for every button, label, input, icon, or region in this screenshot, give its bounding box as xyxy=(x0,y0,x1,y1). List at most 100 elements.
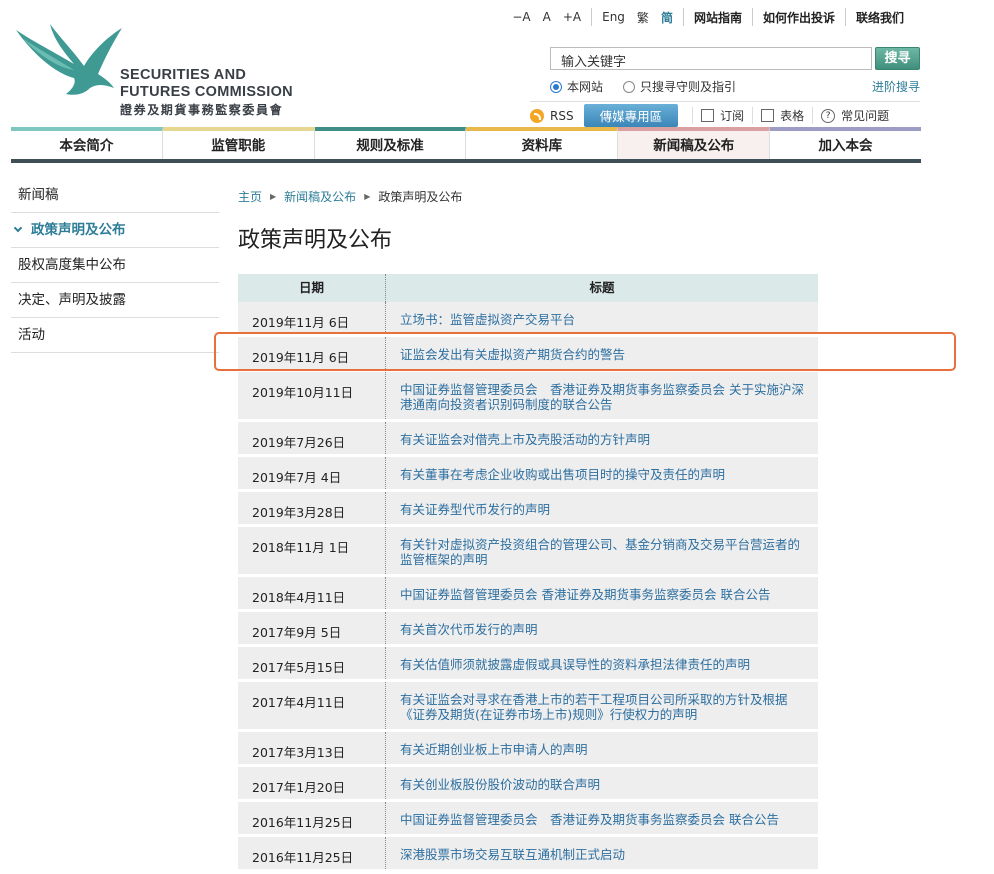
triangle-right-icon: ▶ xyxy=(364,192,371,201)
table-row: 2017年5月15日 有关估值师须就披露虚假或具误导性的资料承担法律责任的声明 xyxy=(238,647,818,682)
row-title-link[interactable]: 有关近期创业板上市申请人的声明 xyxy=(386,732,818,764)
top-links: −A A +A Eng 繁 简 网站指南 如何作出投诉 联络我们 xyxy=(506,6,910,28)
row-title-link[interactable]: 有关董事在考虑企业收购或出售项目时的操守及责任的声明 xyxy=(386,457,818,489)
search-input[interactable]: 输入关键字 xyxy=(550,47,872,70)
row-date: 2017年5月15日 xyxy=(238,647,386,679)
scope-codes-radio[interactable] xyxy=(623,80,636,93)
eagle-logo-icon xyxy=(16,24,122,95)
faq-label: 常见问题 xyxy=(841,109,890,123)
row-date: 2019年7月26日 xyxy=(238,422,386,454)
media-zone-button[interactable]: 傳媒專用區 xyxy=(583,104,679,127)
chevron-down-icon xyxy=(13,223,23,233)
table-row: 2017年1月20日 有关创业板股份股价波动的联合声明 xyxy=(238,767,818,802)
question-icon: ? xyxy=(821,108,836,123)
row-date: 2019年7月 4日 xyxy=(238,457,386,489)
table-row: 2017年9月 5日 有关首次代币发行的声明 xyxy=(238,612,818,647)
table-row: 2018年11月 1日 有关针对虚拟资产投资组合的管理公司、基金分销商及交易平台… xyxy=(238,527,818,577)
row-title-link[interactable]: 有关证监会对寻求在香港上市的若干工程项目公司所采取的方针及根据《证券及期货(在证… xyxy=(386,682,818,729)
list-icon xyxy=(701,109,715,122)
forms-link[interactable]: 表格 xyxy=(752,107,812,124)
table-row: 2018年4月11日 中国证券监督管理委员会 香港证券及期货事务监察委员会 联合… xyxy=(238,577,818,612)
row-title-link[interactable]: 有关证券型代币发行的声明 xyxy=(386,492,818,524)
divider xyxy=(591,8,593,26)
page-title: 政策声明及公布 xyxy=(238,228,393,253)
breadcrumb: 主页 ▶ 新闻稿及公布 ▶ 政策声明及公布 xyxy=(238,188,462,205)
font-normal-button[interactable]: A xyxy=(537,10,557,24)
divider xyxy=(682,8,684,26)
lang-en-link[interactable]: Eng xyxy=(596,10,631,24)
nav-regulatory[interactable]: 监管职能 xyxy=(162,127,315,159)
side-item-decisions[interactable]: 决定、声明及披露 xyxy=(11,283,219,318)
lang-tc-link[interactable]: 繁 xyxy=(631,9,655,26)
table-row: 2019年7月26日 有关证监会对借壳上市及壳股活动的方针声明 xyxy=(238,422,818,457)
breadcrumb-current: 政策声明及公布 xyxy=(378,190,463,204)
header-title: 标题 xyxy=(589,280,615,295)
row-date: 2018年11月 1日 xyxy=(238,527,386,574)
tray-icon xyxy=(761,109,775,122)
nav-about[interactable]: 本会简介 xyxy=(11,127,163,159)
side-item-shareholding[interactable]: 股权高度集中公布 xyxy=(11,248,219,283)
scope-site-radio[interactable] xyxy=(550,80,562,93)
subscribe-link[interactable]: 订阅 xyxy=(692,107,752,124)
table-row: 2016年11月25日 中国证券监督管理委员会 香港证券及期货事务监察委员会 联… xyxy=(238,802,818,837)
logo-name-en: SECURITIES AND FUTURES COMMISSION xyxy=(120,67,293,100)
site-guide-link[interactable]: 网站指南 xyxy=(688,9,748,26)
contact-link[interactable]: 联络我们 xyxy=(850,9,910,26)
row-date: 2017年9月 5日 xyxy=(238,612,386,644)
nav-resources[interactable]: 资料库 xyxy=(466,127,619,159)
complaint-link[interactable]: 如何作出投诉 xyxy=(757,9,841,26)
scope-codes-label[interactable]: 只搜寻守则及指引 xyxy=(640,78,736,95)
row-title-link[interactable]: 有关创业板股份股价波动的联合声明 xyxy=(386,767,818,799)
triangle-right-icon: ▶ xyxy=(270,192,277,201)
row-title-link[interactable]: 有关针对虚拟资产投资组合的管理公司、基金分销商及交易平台营运者的监管框架的声明 xyxy=(386,527,818,574)
table-row: 2017年3月13日 有关近期创业板上市申请人的声明 xyxy=(238,732,818,767)
scope-site-label[interactable]: 本网站 xyxy=(567,78,603,95)
divider xyxy=(844,8,846,26)
forms-label: 表格 xyxy=(780,109,805,123)
table-row: 2019年3月28日 有关证券型代币发行的声明 xyxy=(238,492,818,527)
row-date: 2018年4月11日 xyxy=(238,577,386,609)
divider xyxy=(751,8,753,26)
logo-name-zh: 證券及期貨事務監察委員會 xyxy=(120,103,284,117)
table-row: 2019年10月11日 中国证券监督管理委员会 香港证券及期货事务监察委员会 关… xyxy=(238,372,818,422)
highlight-annotation xyxy=(214,332,956,371)
advanced-search-link[interactable]: 进阶搜寻 xyxy=(872,78,920,95)
side-item-events[interactable]: 活动 xyxy=(11,318,219,353)
nav-rules[interactable]: 规则及标准 xyxy=(314,127,467,159)
lang-sc-link[interactable]: 简 xyxy=(655,9,679,26)
rss-icon[interactable] xyxy=(530,108,544,123)
row-title-link[interactable]: 深港股票市场交易互联互通机制正式启动 xyxy=(386,837,818,869)
row-date: 2016年11月25日 xyxy=(238,837,386,869)
breadcrumb-section[interactable]: 新闻稿及公布 xyxy=(284,188,356,205)
row-title-link[interactable]: 中国证券监督管理委员会 香港证券及期货事务监察委员会 联合公告 xyxy=(386,802,818,834)
font-smaller-button[interactable]: −A xyxy=(506,10,536,24)
row-date: 2019年10月11日 xyxy=(238,372,386,419)
nav-news[interactable]: 新闻稿及公布 xyxy=(618,127,771,159)
table-row: 2016年11月25日 深港股票市场交易互联互通机制正式启动 xyxy=(238,837,818,872)
row-title-link[interactable]: 有关估值师须就披露虚假或具误导性的资料承担法律责任的声明 xyxy=(386,647,818,679)
row-date: 2019年11月 6日 xyxy=(238,302,386,334)
font-larger-button[interactable]: +A xyxy=(557,10,587,24)
faq-link[interactable]: ? 常见问题 xyxy=(812,107,897,124)
row-date: 2016年11月25日 xyxy=(238,802,386,834)
table-header: 日期 标题 xyxy=(238,274,818,302)
side-item-policy-statements[interactable]: 政策声明及公布 xyxy=(11,213,219,248)
breadcrumb-home[interactable]: 主页 xyxy=(238,188,262,205)
search-button[interactable]: 搜寻 xyxy=(875,47,920,70)
subscribe-label: 订阅 xyxy=(720,109,745,123)
side-item-press-releases[interactable]: 新闻稿 xyxy=(11,178,219,213)
search-scope: 本网站 只搜寻守则及指引 进阶搜寻 xyxy=(550,78,920,95)
table-row: 2019年7月 4日 有关董事在考虑企业收购或出售项目时的操守及责任的声明 xyxy=(238,457,818,492)
row-date: 2019年3月28日 xyxy=(238,492,386,524)
rss-link[interactable]: RSS xyxy=(550,109,574,123)
row-title-link[interactable]: 立场书：监管虚拟资产交易平台 xyxy=(386,302,818,334)
side-menu: 新闻稿 政策声明及公布 股权高度集中公布 决定、声明及披露 活动 xyxy=(11,178,219,353)
row-title-link[interactable]: 有关首次代币发行的声明 xyxy=(386,612,818,644)
row-title-link[interactable]: 中国证券监督管理委员会 香港证券及期货事务监察委员会 联合公告 xyxy=(386,577,818,609)
nav-careers[interactable]: 加入本会 xyxy=(770,127,921,159)
row-title-link[interactable]: 有关证监会对借壳上市及壳股活动的方针声明 xyxy=(386,422,818,454)
row-title-link[interactable]: 中国证券监督管理委员会 香港证券及期货事务监察委员会 关于实施沪深港通南向投资者… xyxy=(386,372,818,419)
row-date: 2017年4月11日 xyxy=(238,682,386,729)
sfc-logo[interactable]: SECURITIES AND FUTURES COMMISSION 證券及期貨事… xyxy=(14,22,314,122)
row-date: 2017年3月13日 xyxy=(238,732,386,764)
